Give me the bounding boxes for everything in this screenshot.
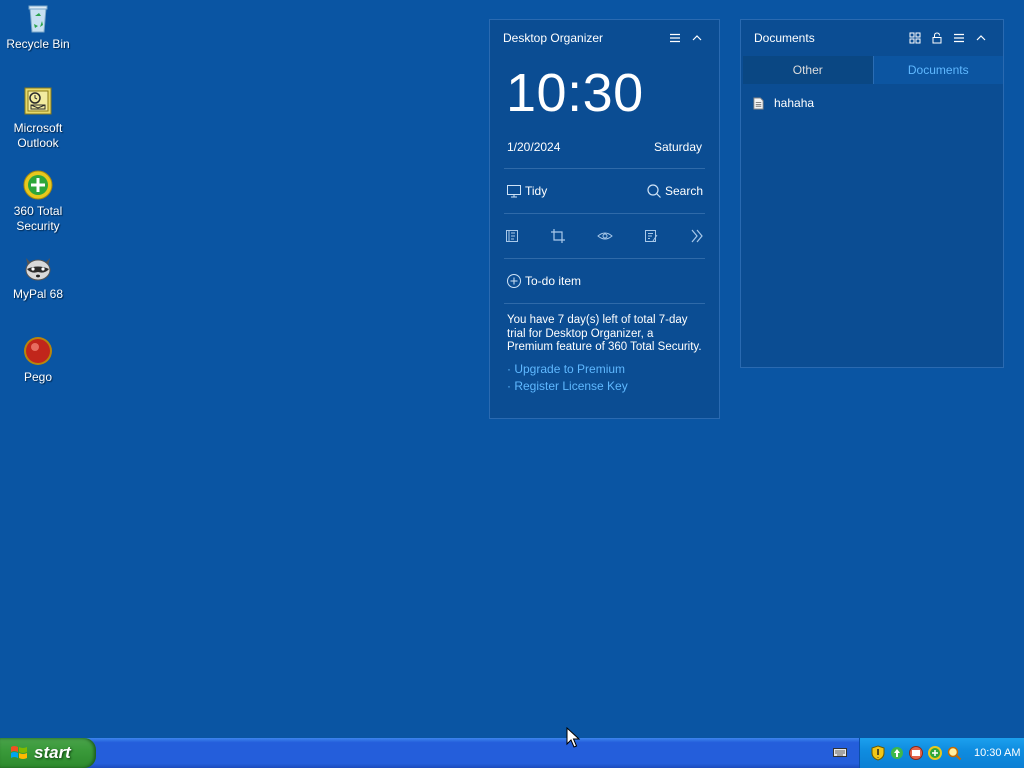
desktop-icon-360-total-security[interactable]: 360 Total Security bbox=[0, 169, 76, 234]
organizer-weekday: Saturday bbox=[653, 140, 702, 154]
collapse-icon[interactable] bbox=[971, 28, 991, 48]
taskbar: start 10:30 AM bbox=[0, 738, 1024, 768]
documents-title: Documents bbox=[754, 31, 815, 45]
recycle-bin-icon bbox=[28, 5, 48, 33]
monitor-icon bbox=[507, 185, 521, 198]
register-link[interactable]: · Register License Key bbox=[507, 378, 702, 395]
start-button[interactable]: start bbox=[0, 738, 96, 768]
organizer-date-row: 1/20/2024 Saturday bbox=[490, 120, 719, 154]
documents-panel: Documents Other Documents hahaha bbox=[740, 19, 1004, 368]
trial-links: · Upgrade to Premium · Register License … bbox=[490, 355, 719, 395]
desktop-icon-recycle-bin[interactable]: Recycle Bin bbox=[0, 2, 76, 52]
crop-icon[interactable] bbox=[550, 228, 566, 244]
organizer-date: 1/20/2024 bbox=[507, 140, 561, 154]
desktop-icon-label: Pego bbox=[23, 370, 53, 384]
start-label: start bbox=[34, 743, 71, 762]
text-file-icon bbox=[753, 97, 764, 109]
search-button[interactable]: Search bbox=[646, 183, 703, 199]
upgrade-link[interactable]: · Upgrade to Premium bbox=[507, 361, 702, 378]
desktop-icon-pego[interactable]: Pego bbox=[0, 335, 76, 385]
pego-icon bbox=[24, 337, 52, 365]
desktop-icon-label: Recycle Bin bbox=[6, 37, 70, 51]
tab-other[interactable]: Other bbox=[743, 56, 873, 84]
desktop-icon-label: MyPal 68 bbox=[12, 287, 64, 301]
desktop-organizer-panel: Desktop Organizer 10:30 1/20/2024 Saturd… bbox=[489, 19, 720, 419]
organizer-header: Desktop Organizer bbox=[490, 20, 719, 56]
tidy-button[interactable]: Tidy bbox=[506, 183, 547, 199]
organizer-toolbar: Tidy Search bbox=[490, 169, 719, 213]
collapse-icon[interactable] bbox=[687, 28, 707, 48]
menu-icon[interactable] bbox=[665, 28, 685, 48]
network-icon[interactable] bbox=[908, 745, 924, 761]
organizer-quick-actions bbox=[490, 214, 719, 258]
mouse-cursor-icon bbox=[566, 727, 580, 748]
grid-view-icon[interactable] bbox=[905, 28, 925, 48]
trial-message: You have 7 day(s) left of total 7-day tr… bbox=[507, 314, 702, 354]
raccoon-icon bbox=[25, 258, 51, 281]
notes-icon[interactable] bbox=[504, 228, 520, 244]
360-total-security-icon bbox=[23, 170, 53, 200]
magnifier-icon[interactable] bbox=[946, 745, 962, 761]
desktop-icon-label: Microsoft Outlook bbox=[13, 121, 63, 150]
menu-icon[interactable] bbox=[949, 28, 969, 48]
windows-flag-icon bbox=[11, 746, 27, 759]
eye-icon[interactable] bbox=[596, 228, 613, 244]
tab-documents[interactable]: Documents bbox=[873, 56, 1003, 84]
documents-tabs: Other Documents bbox=[743, 56, 1003, 84]
desktop-icon-outlook[interactable]: Microsoft Outlook bbox=[0, 86, 76, 151]
desktop-icon-mypal[interactable]: MyPal 68 bbox=[0, 252, 76, 302]
edit-note-icon[interactable] bbox=[643, 228, 659, 244]
system-tray: 10:30 AM bbox=[859, 738, 1024, 768]
todo-label: To-do item bbox=[525, 274, 582, 288]
file-name: hahaha bbox=[774, 96, 815, 110]
documents-header: Documents bbox=[741, 20, 1003, 56]
file-item[interactable]: hahaha bbox=[741, 84, 1003, 110]
more-chevrons-icon[interactable] bbox=[689, 228, 705, 244]
update-icon[interactable] bbox=[889, 745, 905, 761]
organizer-clock: 10:30 bbox=[506, 63, 644, 123]
tidy-label: Tidy bbox=[525, 184, 548, 198]
search-label: Search bbox=[664, 184, 703, 198]
add-circle-icon bbox=[507, 274, 521, 288]
360-tray-icon[interactable] bbox=[927, 745, 943, 761]
lock-icon[interactable] bbox=[927, 28, 947, 48]
todo-item-button[interactable]: To-do item bbox=[490, 259, 719, 303]
taskbar-clock[interactable]: 10:30 AM bbox=[974, 747, 1020, 759]
outlook-icon bbox=[24, 87, 52, 115]
search-icon bbox=[647, 184, 661, 198]
organizer-title: Desktop Organizer bbox=[503, 31, 604, 45]
keyboard-icon[interactable] bbox=[833, 746, 847, 758]
desktop-icon-label: 360 Total Security bbox=[13, 204, 63, 233]
security-shield-icon[interactable] bbox=[870, 745, 886, 761]
